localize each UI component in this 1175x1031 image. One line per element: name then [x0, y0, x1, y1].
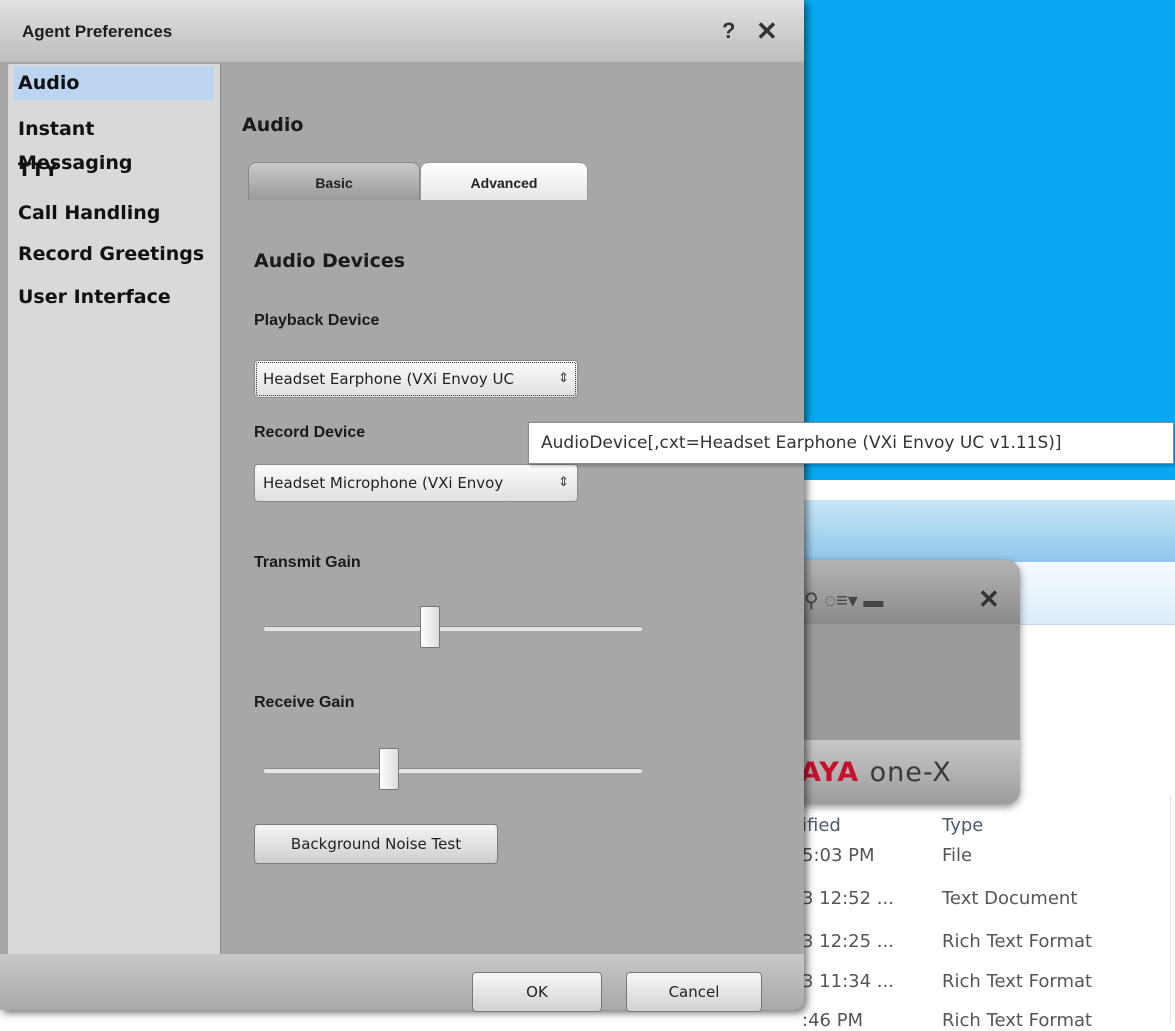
record-device-value: Headset Microphone (VXi Envoy — [263, 474, 504, 492]
select-arrows-icon: ⇕ — [558, 475, 569, 490]
close-icon[interactable]: ✕ — [756, 16, 778, 47]
file-row-modified[interactable]: 3 12:52 ... — [802, 888, 894, 909]
section-title: Audio — [242, 114, 304, 136]
column-header-type[interactable]: Type — [942, 815, 983, 836]
background-noise-test-button[interactable]: Background Noise Test — [254, 824, 498, 864]
onex-close-icon[interactable]: ✕ — [978, 584, 1000, 615]
cancel-button[interactable]: Cancel — [626, 972, 762, 1012]
sidebar-item-audio[interactable]: Audio — [14, 66, 214, 100]
sidebar-item-user-interface[interactable]: User Interface — [14, 280, 214, 314]
receive-gain-slider-thumb[interactable] — [378, 748, 399, 790]
dialog-title: Agent Preferences — [22, 22, 173, 41]
explorer-titlebar — [790, 500, 1175, 562]
sidebar-item-call-handling[interactable]: Call Handling — [14, 196, 214, 230]
playback-device-label: Playback Device — [254, 312, 380, 329]
transmit-gain-label: Transmit Gain — [254, 554, 361, 571]
preferences-content: Audio Basic Advanced Audio Devices Playb… — [222, 64, 798, 954]
avaya-onex-logo: AYA one-X — [800, 757, 952, 788]
transmit-gain-slider-thumb[interactable] — [420, 606, 441, 648]
file-row-type[interactable]: Text Document — [942, 888, 1077, 909]
dialog-titlebar[interactable]: Agent Preferences ? ✕ — [0, 0, 804, 62]
audio-devices-heading: Audio Devices — [254, 250, 406, 272]
onex-body — [780, 624, 1020, 740]
file-row-type[interactable]: Rich Text Format — [942, 1010, 1092, 1031]
transmit-gain-slider-track[interactable] — [264, 626, 642, 631]
onex-toolbar-icons[interactable]: ⚲ ◌≡▾ ▬ — [804, 588, 883, 613]
desktop-background — [790, 0, 1175, 480]
file-row-type[interactable]: Rich Text Format — [942, 931, 1092, 952]
tab-advanced[interactable]: Advanced — [420, 162, 588, 200]
agent-preferences-dialog: Agent Preferences ? ✕ Audio Instant Mess… — [0, 0, 804, 1012]
onex-logo-text: one-X — [869, 757, 952, 788]
audio-device-tooltip: AudioDevice[,cxt=Headset Earphone (VXi E… — [528, 422, 1174, 464]
column-header-modified[interactable]: ified — [802, 815, 841, 836]
receive-gain-slider-track[interactable] — [264, 768, 642, 773]
ok-button[interactable]: OK — [472, 972, 602, 1012]
select-arrows-icon: ⇕ — [558, 371, 569, 386]
tab-basic[interactable]: Basic — [248, 162, 420, 200]
onex-agent-widget[interactable]: ⚲ ◌≡▾ ▬ ✕ AYA one-X — [780, 560, 1020, 804]
record-device-label: Record Device — [254, 424, 366, 441]
sidebar-item-record-greetings[interactable]: Record Greetings — [14, 237, 214, 271]
playback-device-select[interactable]: Headset Earphone (VXi Envoy UC ⇕ — [254, 360, 578, 398]
sidebar-item-tty[interactable]: TTY — [14, 153, 214, 187]
file-row-modified[interactable]: 3 12:25 ... — [802, 931, 894, 952]
file-row-type[interactable]: Rich Text Format — [942, 971, 1092, 992]
record-device-select[interactable]: Headset Microphone (VXi Envoy ⇕ — [254, 464, 578, 502]
file-row-modified[interactable]: :46 PM — [802, 1010, 863, 1031]
file-row-modified[interactable]: 5:03 PM — [802, 845, 875, 866]
help-icon[interactable]: ? — [722, 18, 735, 44]
column-divider — [1170, 796, 1171, 1022]
file-row-type[interactable]: File — [942, 845, 972, 866]
preferences-sidebar: Audio Instant Messaging TTY Call Handlin… — [8, 64, 221, 954]
avaya-logo-text: AYA — [800, 757, 860, 788]
dialog-footer: OK Cancel — [0, 954, 804, 1012]
receive-gain-label: Receive Gain — [254, 694, 355, 711]
playback-device-value: Headset Earphone (VXi Envoy UC — [263, 370, 514, 388]
sidebar-item-instant-messaging[interactable]: Instant Messaging — [14, 112, 214, 174]
file-row-modified[interactable]: 3 11:34 ... — [802, 971, 894, 992]
